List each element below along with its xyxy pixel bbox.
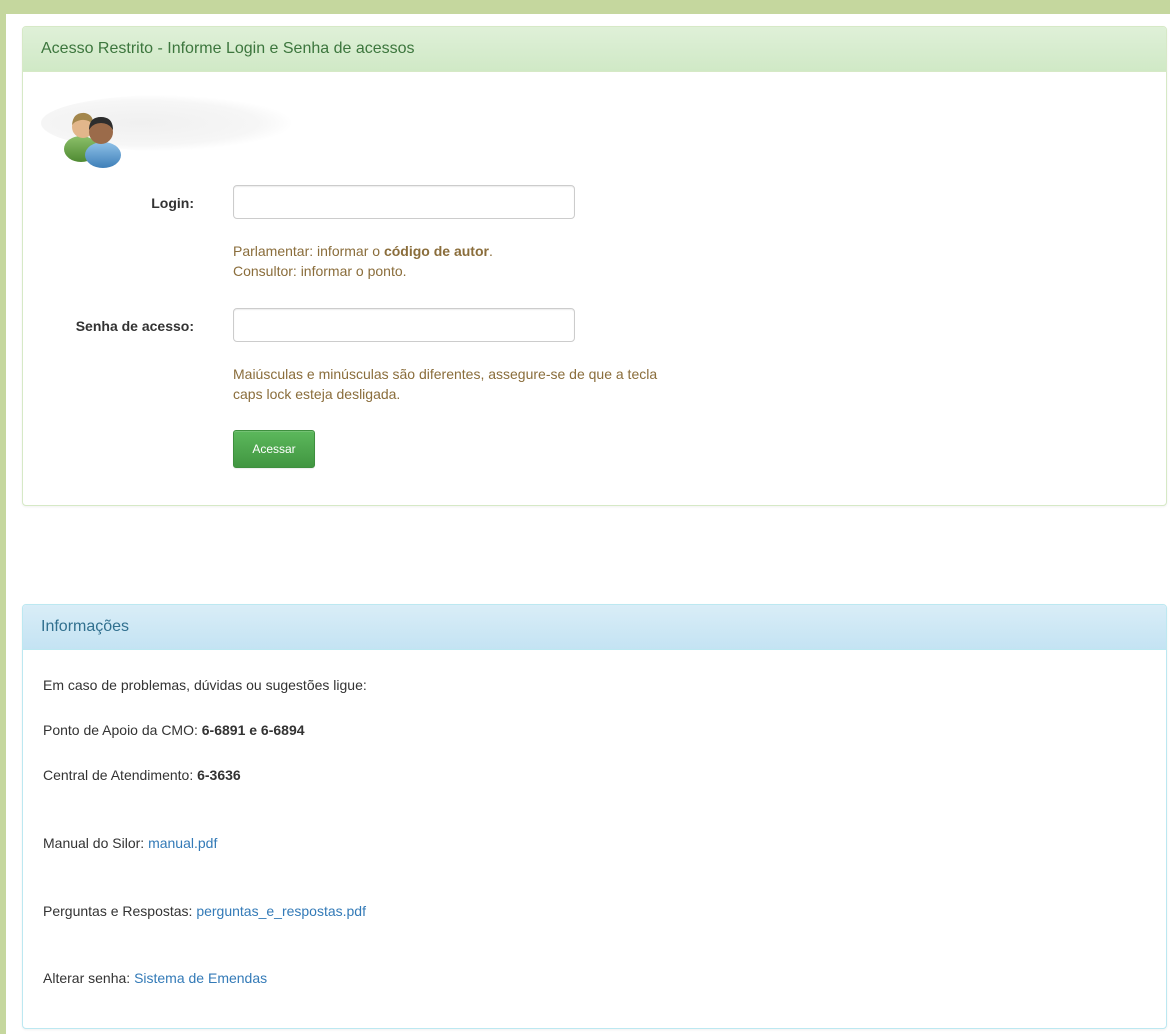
info-panel-title: Informações: [23, 605, 1166, 650]
manual-line: Manual do Silor: manual.pdf: [43, 835, 218, 851]
login-panel-title: Acesso Restrito - Informe Login e Senha …: [23, 27, 1166, 72]
central-line: Central de Atendimento: 6-3636: [43, 767, 241, 783]
login-panel: Acesso Restrito - Informe Login e Senha …: [22, 26, 1167, 506]
acessar-button[interactable]: Acessar: [233, 430, 315, 468]
faq-line: Perguntas e Respostas: perguntas_e_respo…: [43, 903, 366, 919]
central-number: 6-3636: [197, 767, 241, 783]
password-input[interactable]: [233, 308, 575, 342]
faq-link[interactable]: perguntas_e_respostas.pdf: [196, 903, 366, 919]
login-input[interactable]: [233, 185, 575, 219]
info-intro: Em caso de problemas, dúvidas ou sugestõ…: [43, 677, 367, 693]
manual-link[interactable]: manual.pdf: [148, 835, 217, 851]
info-panel: Informações Em caso de problemas, dúvida…: [22, 604, 1167, 1029]
password-label: Senha de acesso:: [75, 318, 194, 334]
users-avatar: [41, 89, 301, 169]
login-label: Login:: [151, 195, 194, 211]
users-icon: [64, 112, 121, 168]
password-help: Maiúsculas e minúsculas são diferentes, …: [233, 366, 658, 402]
login-help: Parlamentar: informar o código de autor.…: [233, 243, 493, 279]
support-numbers: 6-6891 e 6-6894: [201, 722, 305, 738]
support-line: Ponto de Apoio da CMO: 6-6891 e 6-6894: [43, 722, 305, 738]
sistema-emendas-link[interactable]: Sistema de Emendas: [134, 970, 267, 986]
password-change-line: Alterar senha: Sistema de Emendas: [43, 970, 268, 986]
